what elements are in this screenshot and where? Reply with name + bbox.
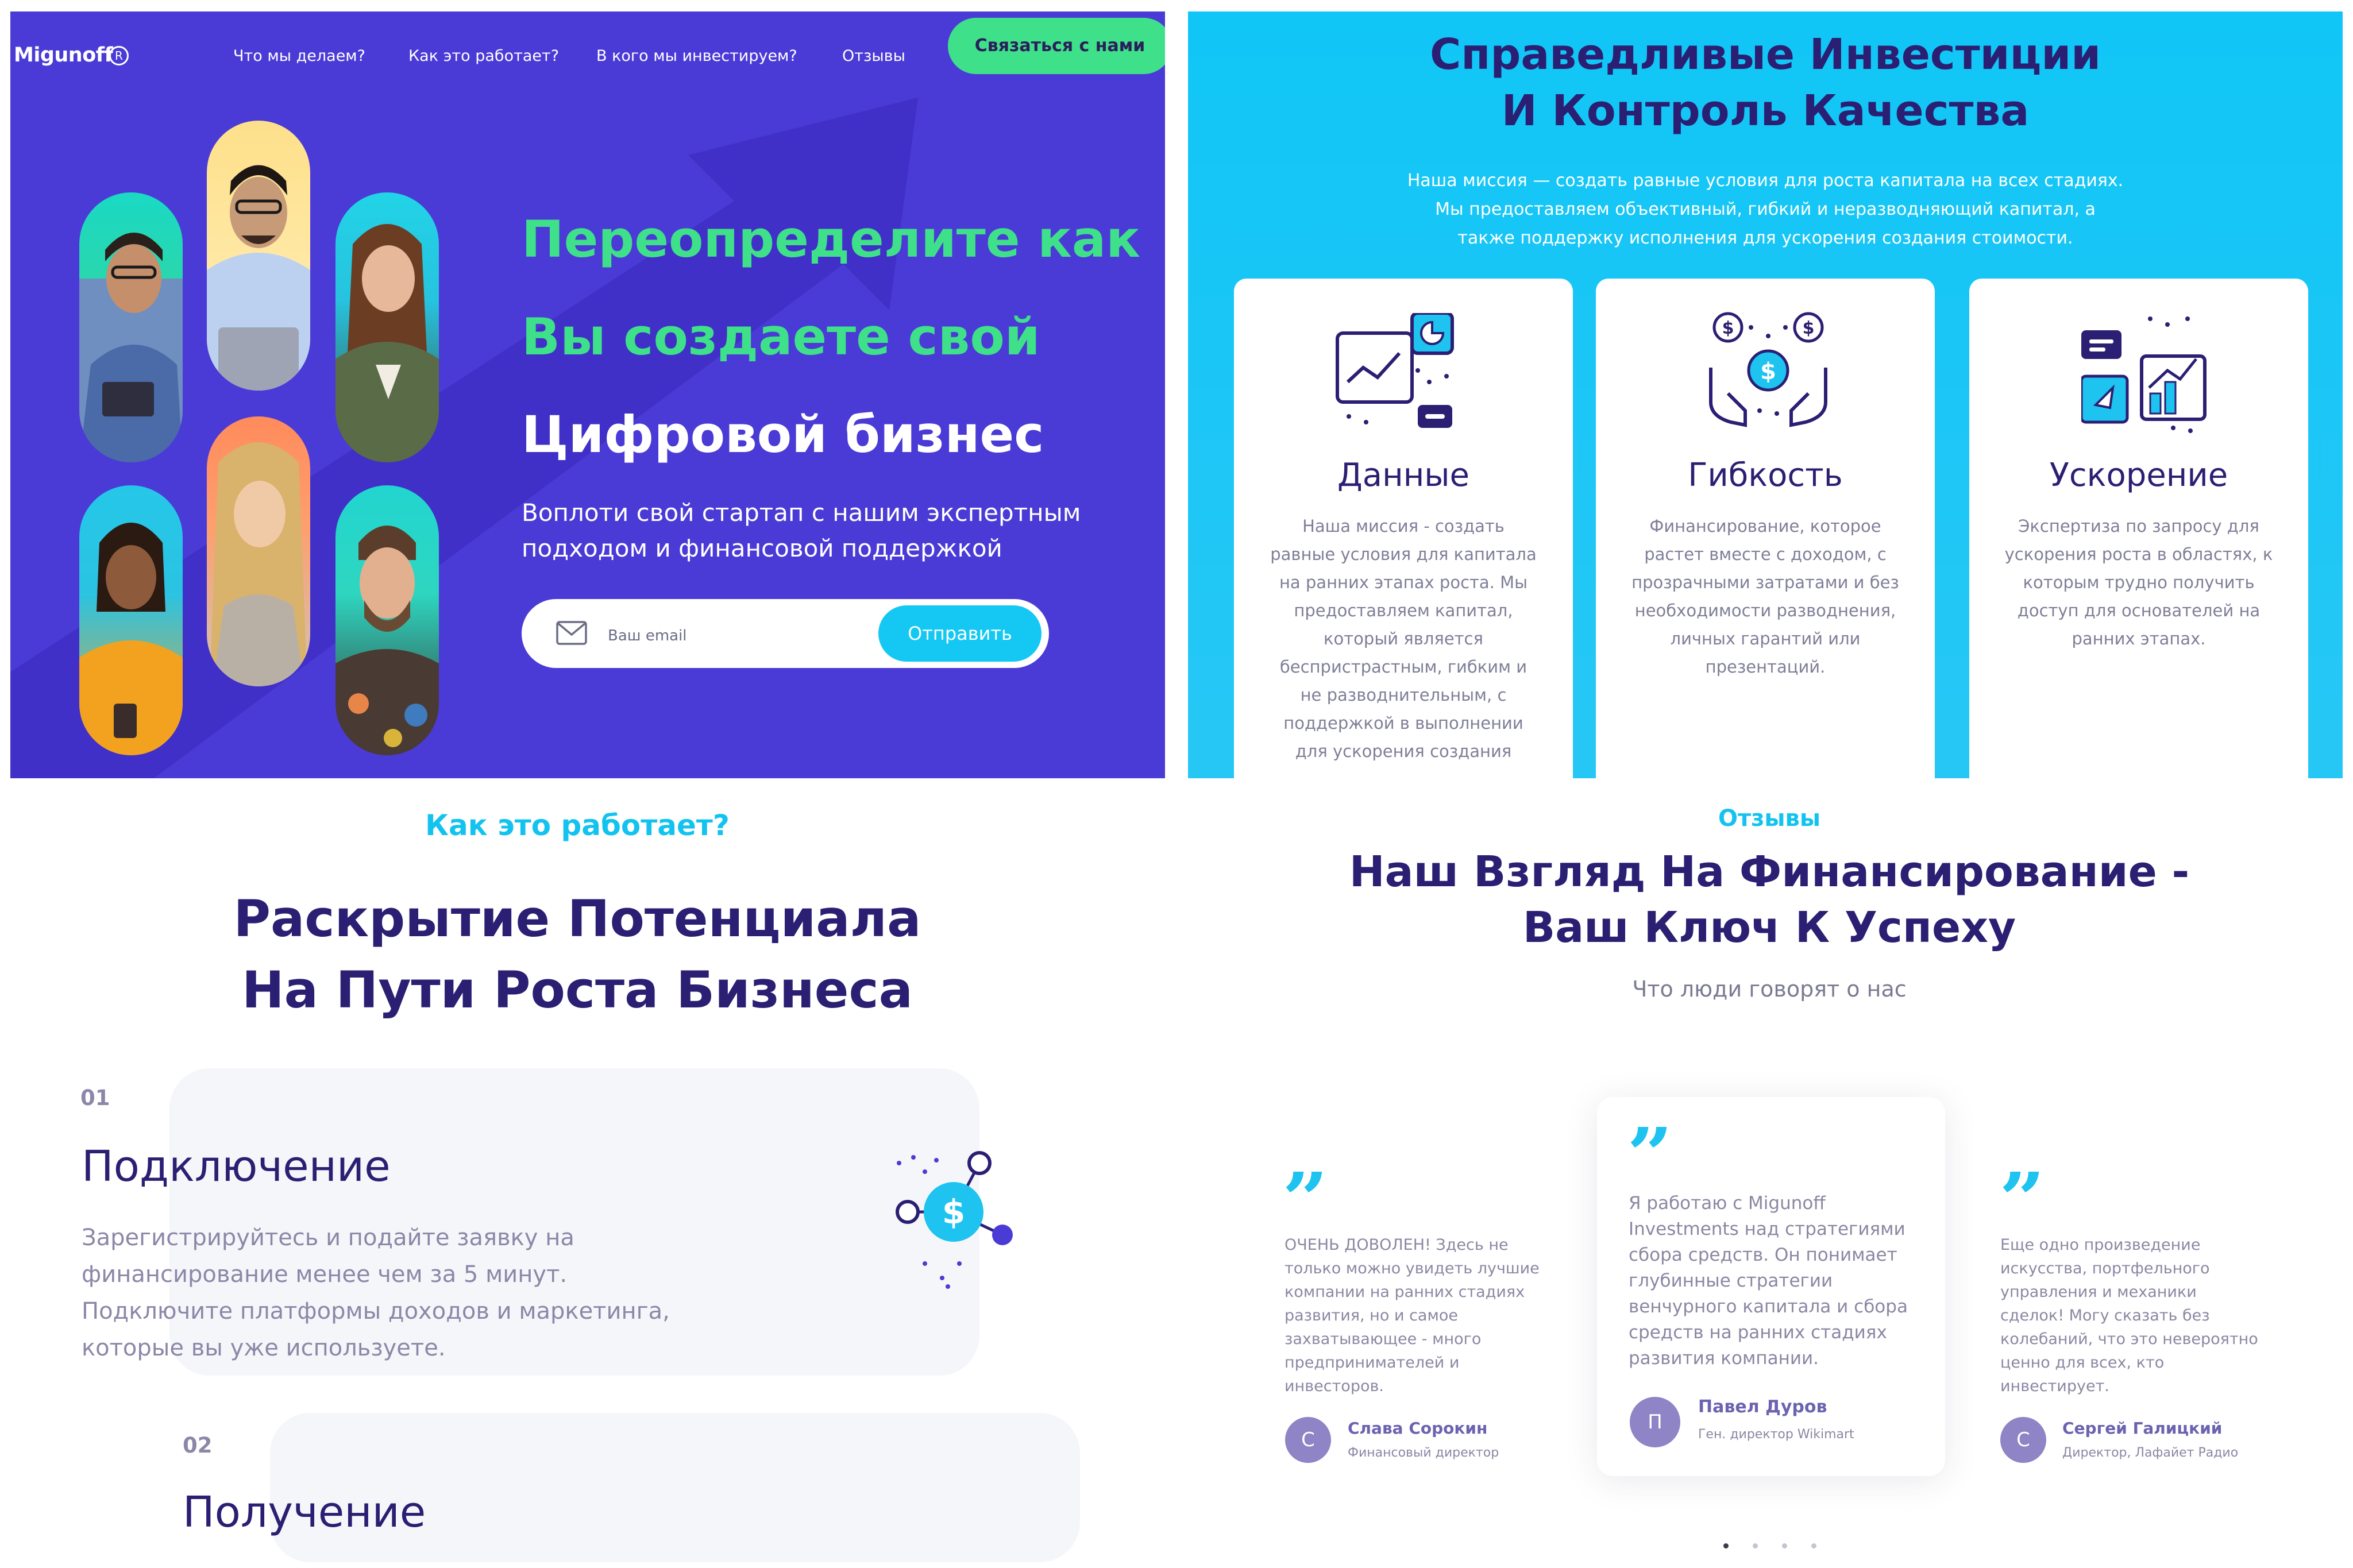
step-number: 02: [183, 1433, 213, 1458]
quote-icon: ”: [1999, 1172, 2046, 1212]
testimonial-text: Еще одно произведение искусства, портфель…: [2000, 1236, 2258, 1395]
step-title: Подключение: [82, 1142, 391, 1191]
envelope-icon: [556, 621, 587, 645]
avatar: П: [1630, 1397, 1680, 1447]
testimonial-text: Я работаю с Migunoff Investments над стра…: [1629, 1193, 1908, 1369]
portrait-photo: [335, 485, 439, 755]
how-title-line-1: Раскрытие Потенциала: [233, 889, 921, 948]
feature-text-flexibility: Финансирование, которое растет вместе с д…: [1631, 516, 1899, 677]
reviewer-role: Финансовый директор: [1348, 1446, 1499, 1460]
feature-title-flexibility: Гибкость: [1688, 457, 1843, 494]
svg-text:$: $: [1760, 358, 1776, 385]
avatar: С: [2000, 1417, 2046, 1463]
section-title-line-1: Справедливые Инвестиции: [1429, 30, 2101, 79]
mission-text: Наша миссия — создать равные условия для…: [1407, 171, 2124, 248]
testimonial-text: ОЧЕНЬ ДОВОЛЕН! Здесь не только можно увид…: [1284, 1236, 1540, 1395]
reviewer-role: Ген. директор Wikimart: [1698, 1427, 1854, 1442]
growth-chart-icon: [2081, 316, 2207, 433]
carousel-dot[interactable]: [1753, 1543, 1758, 1548]
nav-link-what-we-do[interactable]: Что мы делаем?: [233, 47, 365, 65]
network-coin-icon: $: [896, 1151, 1013, 1289]
analytics-icon: [1336, 313, 1454, 428]
registered-mark: R: [109, 46, 129, 65]
hero-headline-line-2: Вы создаете свой: [522, 307, 1040, 366]
contact-us-button[interactable]: Связаться с нами: [948, 18, 1165, 74]
feature-title-acceleration: Ускорение: [2049, 457, 2228, 494]
avatar: С: [1285, 1417, 1331, 1463]
feature-text-data: Наша миссия - создать равные условия для …: [1270, 516, 1537, 761]
reviewer-role: Директор, Лафайет Радио: [2062, 1446, 2239, 1460]
step-title: Получение: [183, 1488, 426, 1537]
svg-text:$: $: [1803, 318, 1815, 338]
reviews-title-line-1: Наш Взгляд На Финансирование -: [1349, 847, 2190, 897]
quote-icon: ”: [1627, 1127, 1673, 1167]
nav-link-reviews[interactable]: Отзывы: [842, 47, 905, 65]
step-number: 01: [80, 1086, 110, 1110]
nav-link-who-we-invest[interactable]: В кого мы инвестируем?: [596, 47, 797, 65]
carousel-dot[interactable]: [1782, 1543, 1787, 1548]
svg-text:$: $: [942, 1192, 965, 1231]
carousel-dot[interactable]: [1811, 1543, 1816, 1548]
reviews-subtitle: Что люди говорят о нас: [1632, 976, 1907, 1002]
fair-investments-section: Справедливые Инвестиции И Контроль Качес…: [1188, 11, 2343, 778]
portrait-photo: [207, 416, 310, 686]
step-description: Зарегистрируйтесь и подайте заявку на фи…: [82, 1225, 670, 1361]
how-title-line-2: На Пути Роста Бизнеса: [241, 960, 913, 1019]
carousel-dot-active[interactable]: [1723, 1543, 1729, 1548]
brand-logo[interactable]: Migunoff: [14, 44, 113, 67]
portrait-photo: [207, 121, 310, 391]
feature-title-data: Данные: [1337, 457, 1469, 494]
feature-text-acceleration: Экспертиза по запросу для ускорения роста…: [2004, 516, 2273, 648]
hero-headline-line-1: Переопределите как: [522, 210, 1140, 269]
reviewer-name: Павел Дуров: [1698, 1397, 1827, 1417]
how-it-works-kicker: Как это работает?: [425, 809, 730, 842]
hands-coins-icon: $ $ $: [1709, 312, 1827, 427]
email-input[interactable]: Ваш email: [608, 627, 687, 644]
nav-link-how-it-works[interactable]: Как это работает?: [408, 47, 559, 65]
reviewer-name: Слава Сорокин: [1348, 1419, 1488, 1438]
hero-headline-line-3: Цифровой бизнес: [522, 405, 1044, 464]
hero-subheadline: Воплоти свой стартап с нашим экспертным …: [522, 499, 1081, 562]
portrait-photo: [79, 485, 183, 755]
hero-section: Migunoff R Что мы делаем? Как это работа…: [10, 11, 1165, 778]
quote-icon: ”: [1282, 1172, 1329, 1212]
reviewer-name: Сергей Галицкий: [2062, 1419, 2223, 1438]
section-title-line-2: И Контроль Качества: [1501, 86, 2030, 136]
reviews-kicker: Отзывы: [1718, 805, 1821, 832]
portrait-photo: [335, 192, 439, 462]
send-button[interactable]: Отправить: [878, 605, 1042, 662]
portrait-photo: [79, 192, 183, 462]
reviews-title-line-2: Ваш Ключ К Успеху: [1522, 903, 2016, 952]
svg-text:$: $: [1722, 318, 1734, 338]
